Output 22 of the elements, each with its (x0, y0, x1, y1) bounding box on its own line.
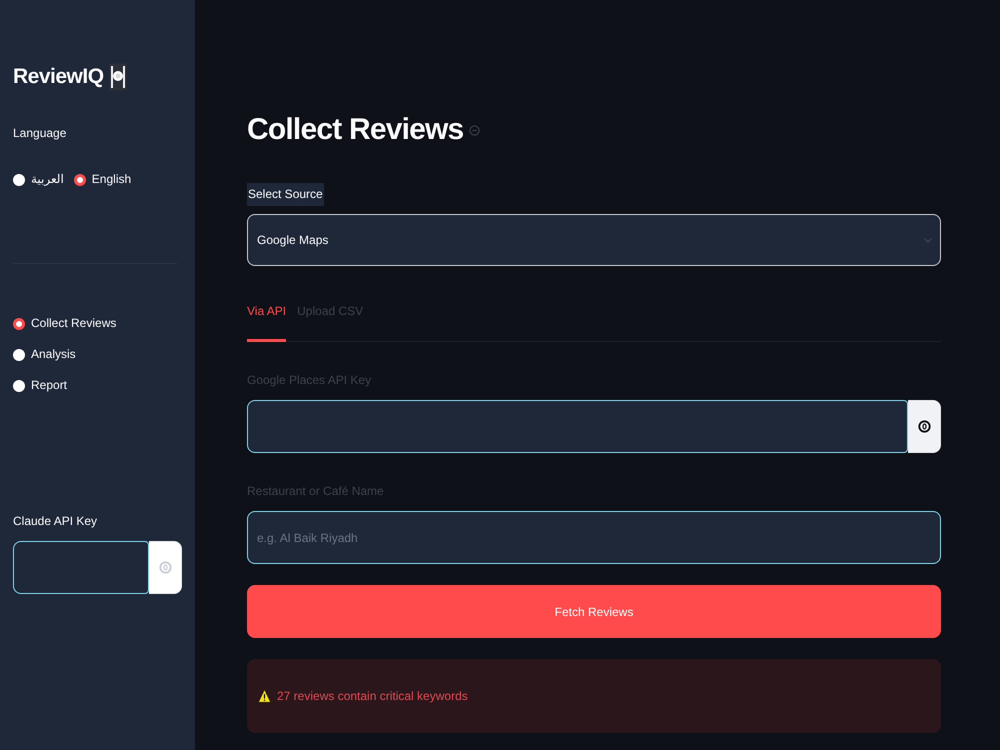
plate-cutlery-icon (108, 63, 127, 91)
alert-text: 27 reviews contain critical keywords (277, 689, 468, 703)
password-field[interactable] (13, 541, 149, 594)
language-label: Language (13, 125, 66, 141)
password-field[interactable] (247, 400, 908, 453)
nav-option[interactable]: Analysis (13, 345, 76, 364)
app-title: ReviewIQ (13, 65, 104, 89)
source-select[interactable]: Google Maps (247, 214, 941, 266)
eye-icon (918, 420, 930, 433)
warning-icon (258, 689, 271, 703)
show-password-button[interactable] (908, 400, 941, 453)
eye-icon (158, 561, 172, 574)
text-field[interactable]: e.g. Al Baik Riyadh (247, 511, 941, 564)
tab[interactable]: Via API (247, 298, 286, 342)
language-option[interactable]: العربية (13, 170, 64, 189)
page-title: Collect Reviews (247, 113, 464, 147)
language-option[interactable]: English (74, 170, 132, 189)
nav-option[interactable]: Collect Reviews (13, 314, 116, 333)
chevron-down-icon (924, 238, 932, 242)
api-key-label: Claude API Key (13, 513, 98, 529)
nav-option[interactable]: Report (13, 376, 68, 395)
source-label: Select Source (247, 183, 324, 206)
